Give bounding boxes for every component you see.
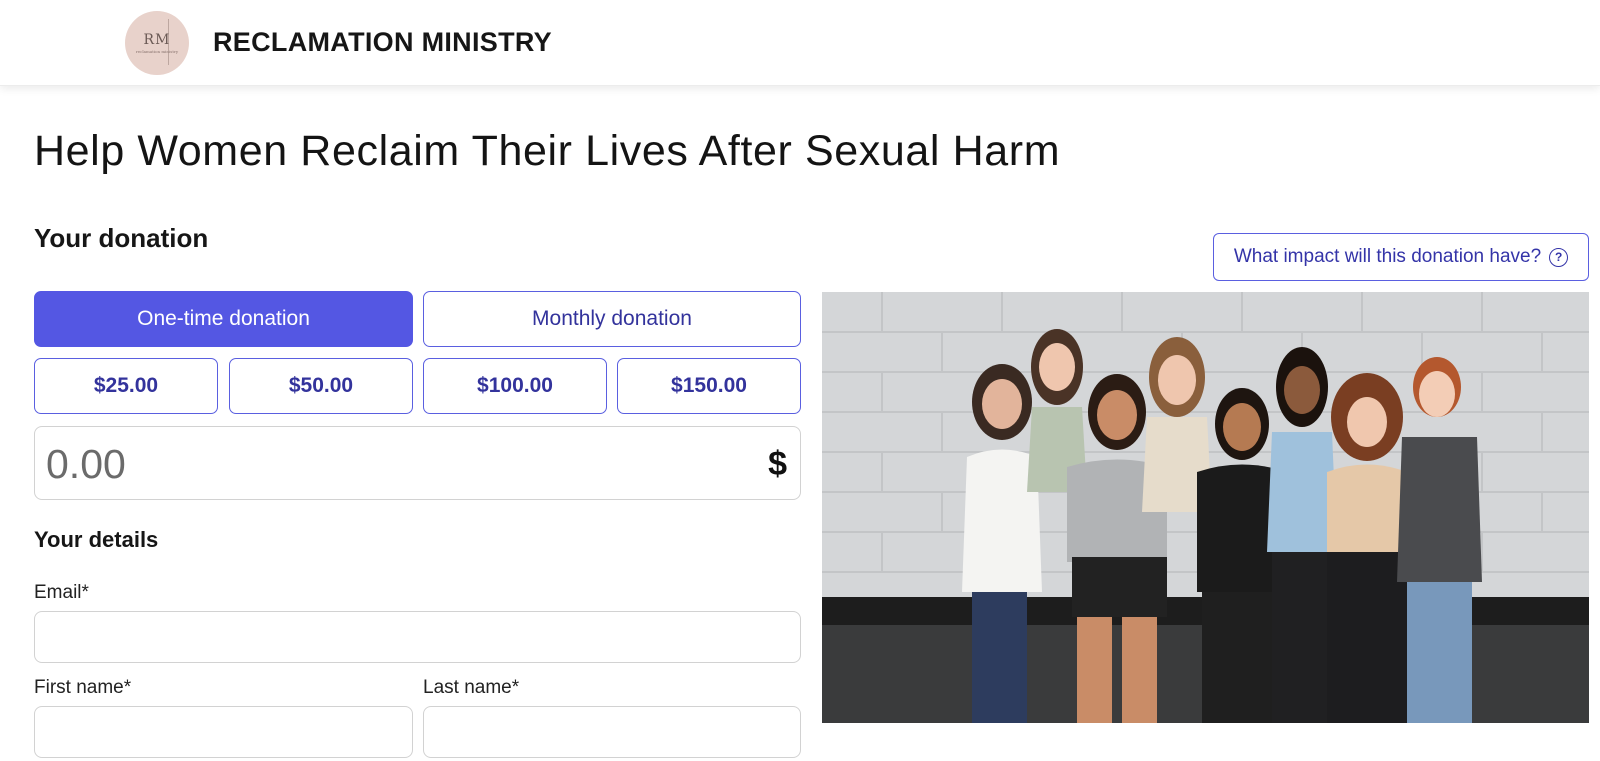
monthly-donation-button[interactable]: Monthly donation	[423, 291, 801, 347]
last-name-field	[423, 706, 801, 758]
first-name-input[interactable]	[35, 707, 412, 757]
last-name-label: Last name*	[423, 677, 520, 698]
amount-label: $150.00	[671, 374, 747, 397]
amount-50-button[interactable]: $50.00	[229, 358, 413, 414]
one-time-donation-label: One-time donation	[137, 307, 310, 330]
details-section-title: Your details	[34, 527, 159, 552]
logo-mark: RM	[143, 31, 171, 48]
email-label: Email*	[34, 582, 89, 603]
amount-label: $50.00	[288, 374, 354, 397]
donation-impact-button[interactable]: What impact will this donation have? ?	[1213, 233, 1589, 281]
amount-150-button[interactable]: $150.00	[617, 358, 801, 414]
monthly-donation-label: Monthly donation	[532, 307, 692, 330]
first-name-label: First name*	[34, 677, 132, 698]
logo-subtext: reclamation ministry	[135, 48, 179, 54]
logo-flower-stem	[168, 19, 169, 65]
hero-photo	[822, 292, 1589, 723]
organization-name: RECLAMATION MINISTRY	[213, 27, 552, 57]
one-time-donation-button[interactable]: One-time donation	[34, 291, 413, 347]
site-header: RM reclamation ministry RECLAMATION MINI…	[0, 0, 1600, 86]
page-title: Help Women Reclaim Their Lives After Sex…	[34, 127, 1061, 175]
donation-section-title: Your donation	[34, 223, 209, 253]
last-name-input[interactable]	[424, 707, 800, 757]
donation-impact-label: What impact will this donation have?	[1233, 246, 1542, 267]
amount-label: $25.00	[93, 374, 159, 397]
currency-symbol: $	[768, 445, 787, 483]
logo[interactable]: RM reclamation ministry	[125, 11, 189, 75]
first-name-field	[34, 706, 413, 758]
group-photo-illustration	[822, 292, 1589, 723]
question-circle-icon: ?	[1549, 247, 1569, 267]
amount-25-button[interactable]: $25.00	[34, 358, 218, 414]
amount-100-button[interactable]: $100.00	[423, 358, 607, 414]
custom-amount-input[interactable]	[46, 439, 726, 489]
email-field	[34, 611, 801, 663]
email-input[interactable]	[35, 612, 800, 662]
custom-amount-field: $	[34, 426, 801, 500]
amount-label: $100.00	[477, 374, 553, 397]
